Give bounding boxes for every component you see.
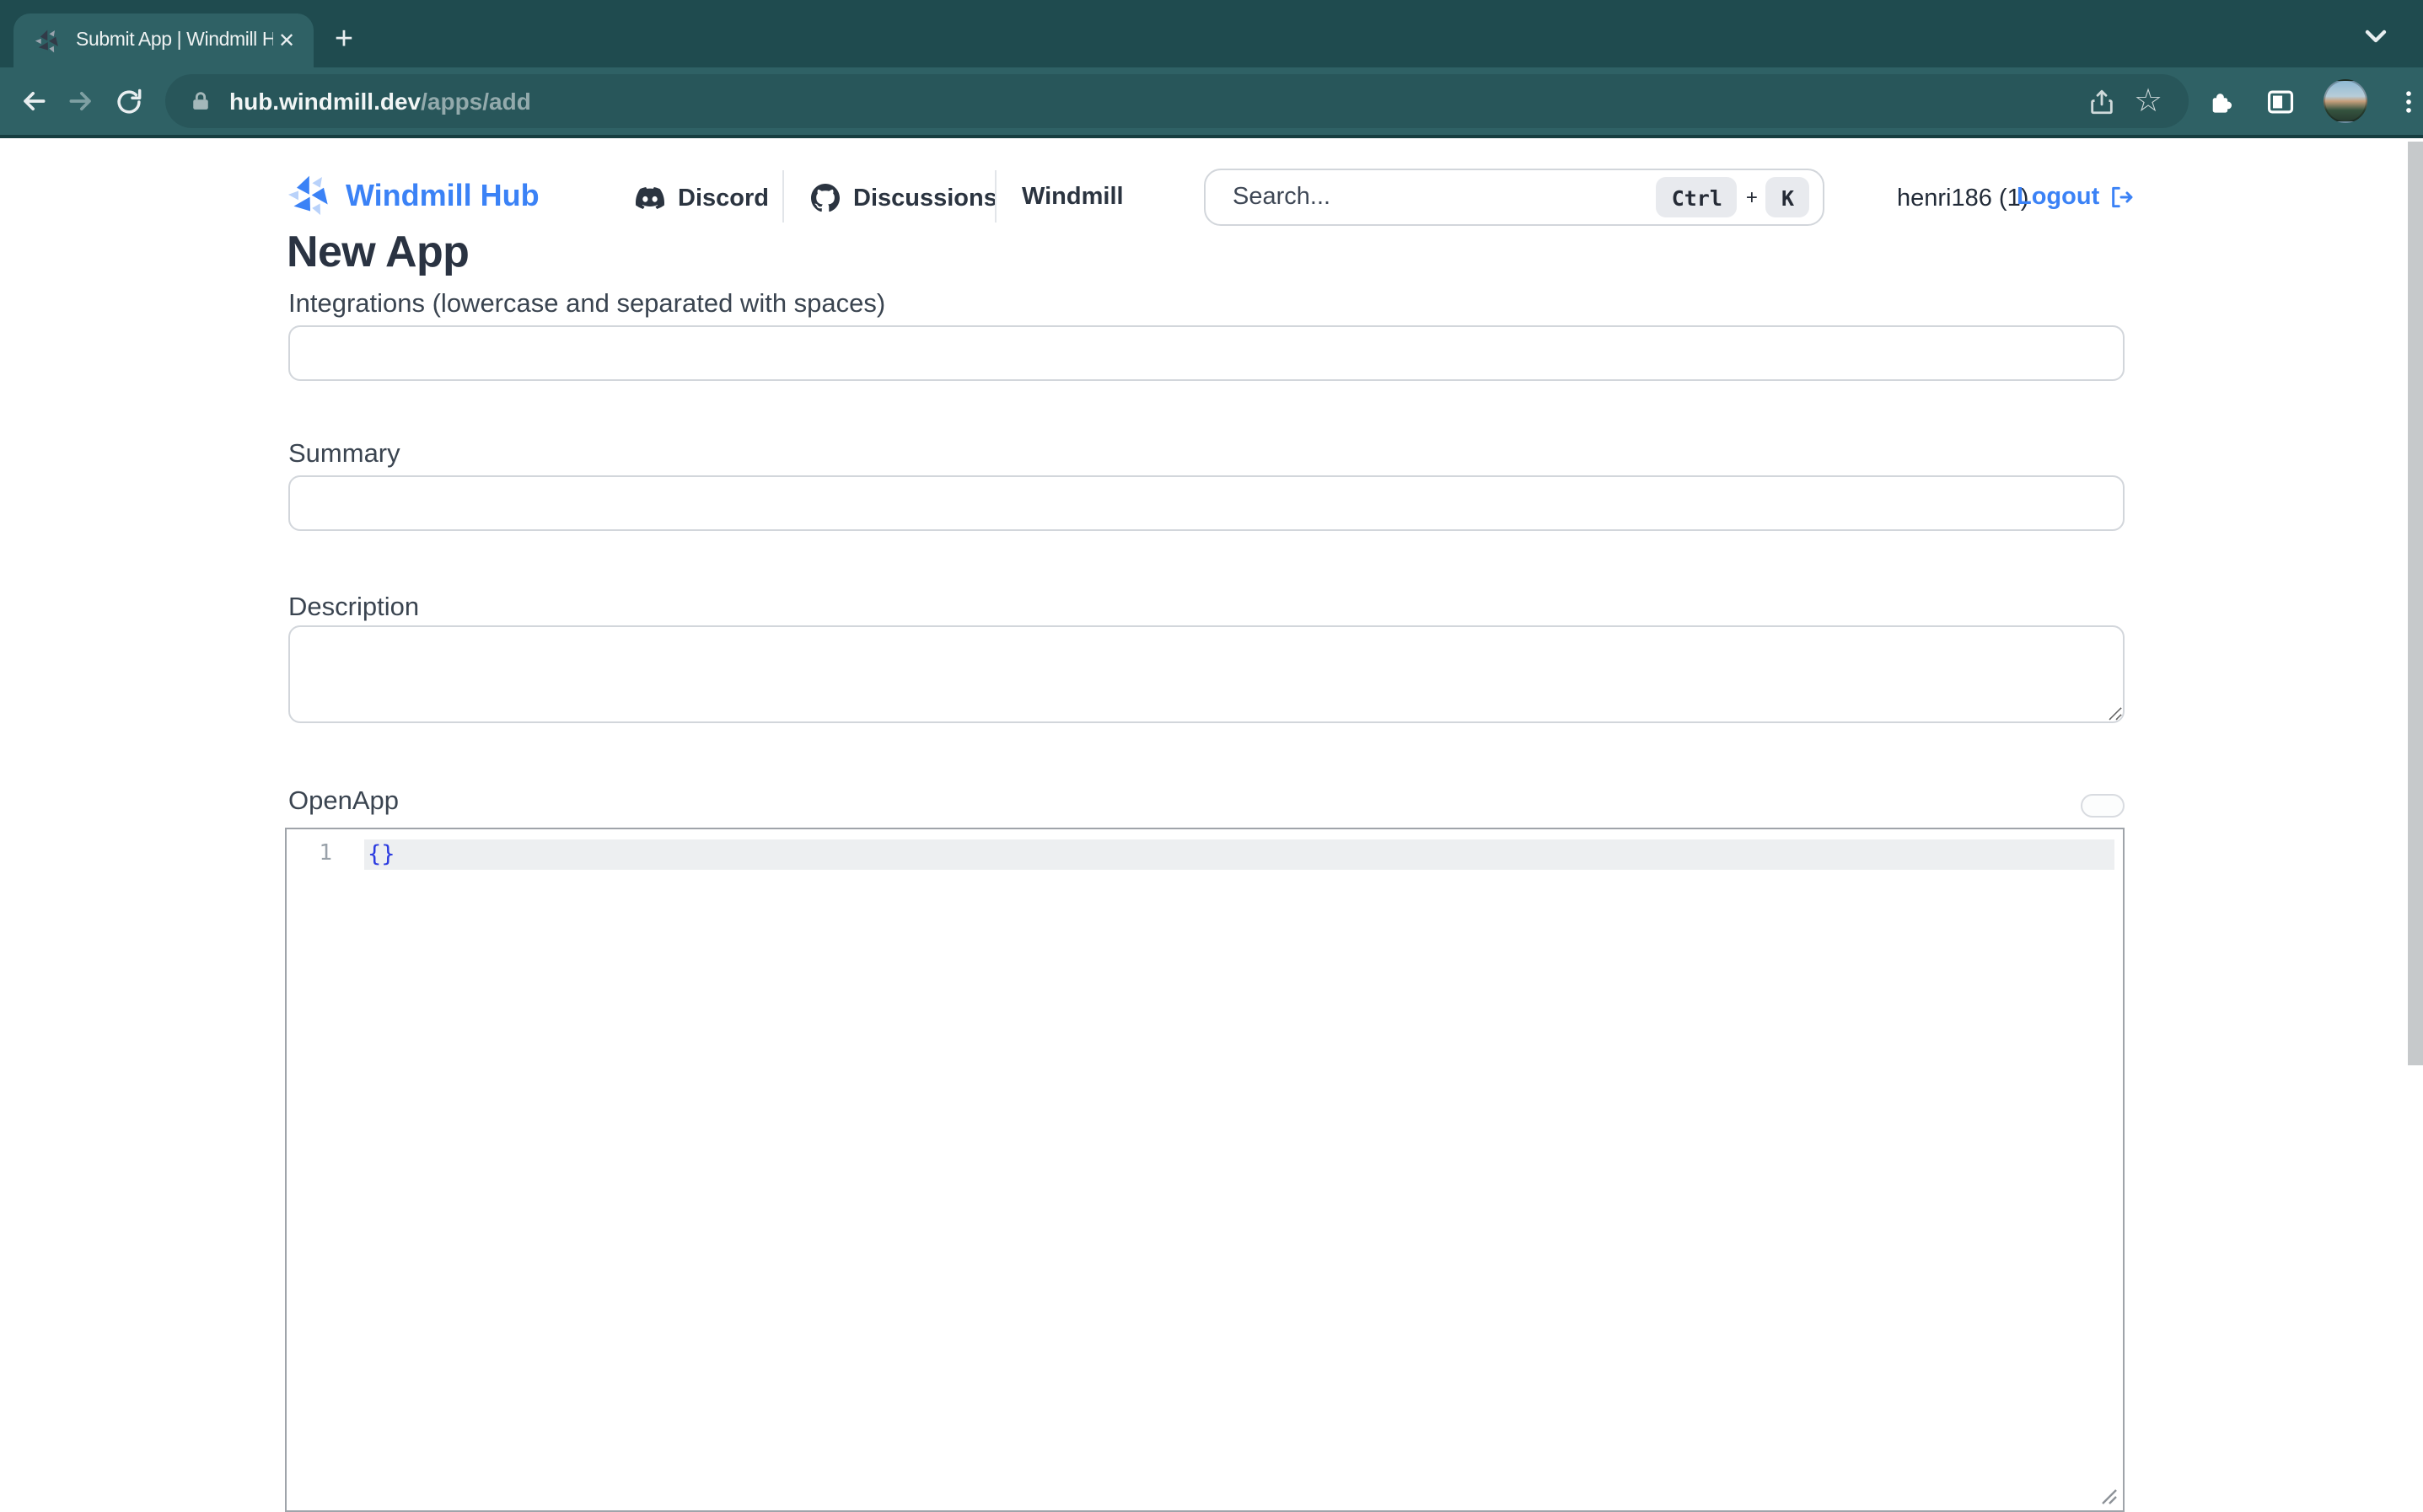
nav-label-discord: Discord [678, 185, 769, 212]
tab-strip: Submit App | Windmill Hub ✕ + [0, 0, 2423, 67]
description-textarea[interactable] [288, 625, 2125, 723]
integrations-label: Integrations (lowercase and separated wi… [288, 290, 885, 320]
username-text: henri186 (1) [1897, 185, 2028, 212]
windmill-favicon-icon [34, 26, 62, 55]
url-path: /apps/add [421, 88, 531, 115]
logout-label: Logout [2017, 184, 2099, 211]
new-tab-button[interactable]: + [324, 20, 364, 61]
nav-link-discord[interactable]: Discord [636, 184, 769, 212]
address-bar[interactable]: hub.windmill.dev/apps/add ☆ [165, 74, 2189, 128]
nav-divider [995, 170, 997, 223]
page-content: Windmill Hub Discord Discussions Windmil… [0, 142, 2423, 1512]
logout-icon [2108, 184, 2135, 211]
forward-arrow-icon [64, 84, 98, 118]
share-button[interactable] [2077, 78, 2125, 125]
browser-tab[interactable]: Submit App | Windmill Hub ✕ [13, 13, 314, 67]
reload-icon [112, 85, 144, 117]
share-icon [2087, 87, 2115, 115]
back-arrow-icon [17, 84, 51, 118]
openapp-code-editor[interactable]: 1 {} [285, 828, 2125, 1512]
nav-link-discussions[interactable]: Discussions [811, 184, 997, 212]
openapp-label: OpenApp [288, 787, 399, 818]
description-label: Description [288, 593, 419, 624]
url-text: hub.windmill.dev/apps/add [229, 88, 531, 115]
page-scrollbar[interactable] [2408, 142, 2423, 1065]
windmill-logo-icon[interactable] [287, 172, 334, 219]
summary-input[interactable] [288, 475, 2125, 531]
search-input[interactable] [1206, 172, 1657, 223]
github-icon [811, 184, 840, 212]
nav-label-discussions: Discussions [853, 185, 997, 212]
lock-icon [189, 89, 212, 113]
kbd-k: K [1766, 177, 1809, 217]
browser-toolbar: hub.windmill.dev/apps/add ☆ [0, 67, 2423, 138]
extensions-puzzle-icon[interactable] [2205, 85, 2238, 117]
nav-link-windmill[interactable]: Windmill [1022, 184, 1124, 211]
forward-button[interactable] [57, 78, 105, 125]
page-title: New App [287, 226, 469, 278]
summary-label: Summary [288, 440, 400, 470]
editor-resize-handle[interactable] [2093, 1480, 2119, 1507]
star-icon: ☆ [2134, 85, 2162, 117]
nav-divider [782, 170, 784, 223]
openapp-toggle[interactable] [2081, 794, 2125, 818]
side-panel-icon[interactable] [2265, 85, 2297, 117]
discord-icon [636, 184, 664, 212]
toolbar-right-cluster [2205, 79, 2423, 123]
nav-label-windmill: Windmill [1022, 184, 1124, 211]
browser-menu-icon[interactable] [2394, 87, 2423, 115]
url-host: hub.windmill.dev [229, 88, 421, 115]
browser-window: Submit App | Windmill Hub ✕ + [0, 0, 2423, 1512]
kbd-plus: + [1746, 185, 1758, 209]
tab-title: Submit App | Windmill Hub [76, 30, 273, 51]
integrations-input[interactable] [288, 325, 2125, 381]
brand-title[interactable]: Windmill Hub [346, 179, 540, 214]
back-button[interactable] [10, 78, 57, 125]
editor-line-number: 1 [287, 839, 354, 870]
bookmark-button[interactable]: ☆ [2125, 78, 2172, 125]
profile-avatar[interactable] [2324, 79, 2367, 123]
tab-search-chevron-icon[interactable] [2357, 17, 2394, 54]
editor-active-line [364, 839, 2114, 870]
search-bar: Ctrl + K [1204, 169, 1824, 226]
page-viewport: Windmill Hub Discord Discussions Windmil… [0, 142, 2423, 1512]
kbd-ctrl: Ctrl [1657, 177, 1738, 217]
tab-close-icon[interactable]: ✕ [273, 27, 300, 54]
logout-link[interactable]: Logout [2017, 184, 2135, 211]
editor-code-text[interactable]: {} [368, 839, 395, 870]
reload-button[interactable] [105, 78, 152, 125]
